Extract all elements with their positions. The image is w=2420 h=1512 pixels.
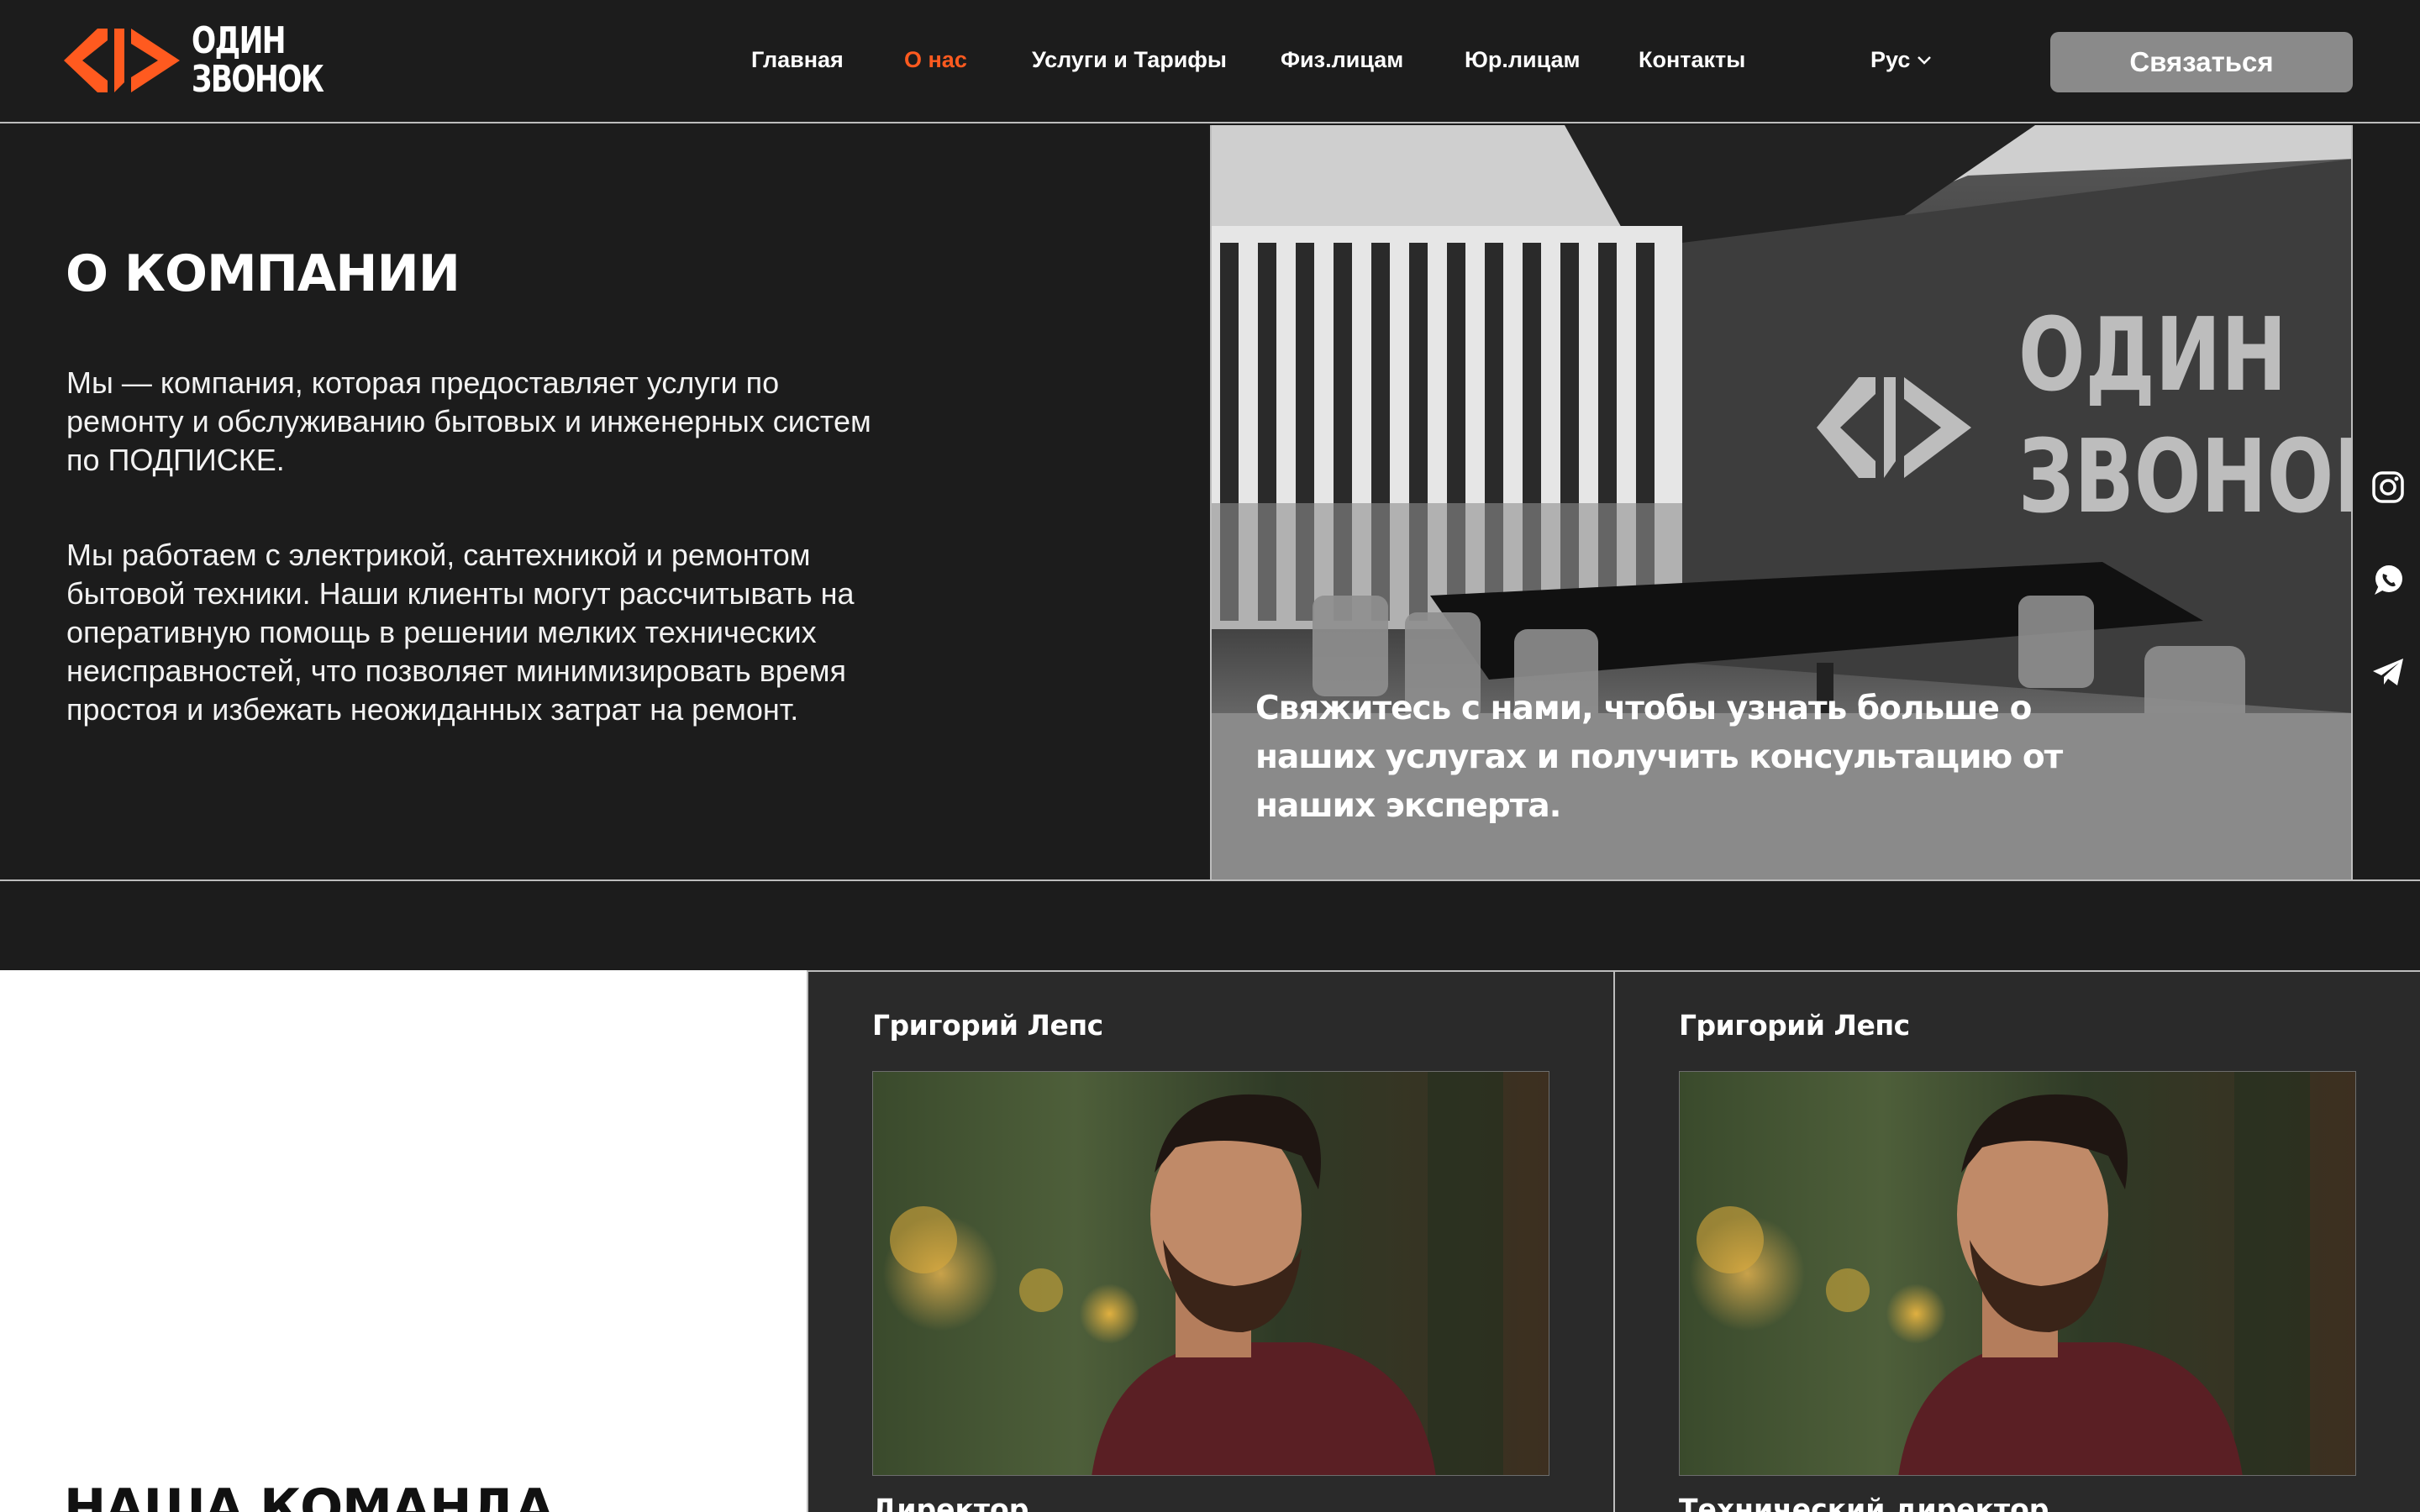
site-header: ОДИН ЗВОНОК Главная О нас Услуги и Тариф… <box>0 0 2420 123</box>
wall-sign-line1: ОДИН <box>2018 297 2287 414</box>
about-paragraph-1: Мы — компания, которая предоставляет усл… <box>66 365 871 477</box>
logo-icon <box>64 29 180 92</box>
contact-button[interactable]: Связаться <box>2050 32 2353 92</box>
nav-item-companies[interactable]: Юр.лицам <box>1465 47 1581 73</box>
nav-item-services[interactable]: Услуги и Тарифы <box>1032 47 1227 73</box>
team-title: НАША КОМАНДА <box>64 1478 554 1512</box>
about-title: О КОМПАНИИ <box>66 244 460 303</box>
member-role: Технический директор <box>1679 1493 2049 1512</box>
photo-caption: Свяжитесь с нами, чтобы узнать больше о … <box>1255 690 2063 825</box>
logo-text-line1: ОДИН <box>192 19 287 62</box>
logo-text: ОДИН ЗВОНОК <box>192 19 324 101</box>
team-intro <box>0 970 807 1512</box>
member-role: Директор <box>872 1493 1029 1512</box>
nav-item-about[interactable]: О нас <box>904 47 967 73</box>
social-links <box>2371 470 2405 689</box>
office-photo: ОДИН ЗВОНОК Свяжитесь с нами, чтобы узна… <box>1210 125 2353 879</box>
wall-sign-line2: ЗВОНОК <box>2018 419 2353 536</box>
language-label: Рус <box>1870 47 1911 72</box>
member-name: Григорий Лепс <box>1679 1009 1910 1042</box>
instagram-icon[interactable] <box>2371 470 2405 504</box>
logo-text-line2: ЗВОНОК <box>192 58 324 101</box>
team-member-card[interactable]: Григорий Лепс Директор <box>807 970 1613 1512</box>
nav-item-contacts[interactable]: Контакты <box>1639 47 1745 73</box>
about-paragraph-2: Мы работаем с электрикой, сантехникой и … <box>66 538 855 727</box>
nav-item-individuals[interactable]: Физ.лицам <box>1281 47 1403 73</box>
about-section: О КОМПАНИИ Мы — компания, которая предос… <box>0 125 2420 881</box>
whatsapp-icon[interactable] <box>2371 563 2405 596</box>
member-name: Григорий Лепс <box>872 1009 1103 1042</box>
logo[interactable]: ОДИН ЗВОНОК <box>64 22 360 99</box>
member-photo <box>872 1071 1549 1476</box>
nav-item-home[interactable]: Главная <box>751 47 844 73</box>
team-member-card[interactable]: Григорий Лепс Технический директор <box>1613 970 2420 1512</box>
language-selector[interactable]: Рус <box>1870 47 1932 73</box>
telegram-icon[interactable] <box>2371 655 2405 689</box>
member-photo <box>1679 1071 2356 1476</box>
chevron-down-icon <box>1918 55 1932 65</box>
